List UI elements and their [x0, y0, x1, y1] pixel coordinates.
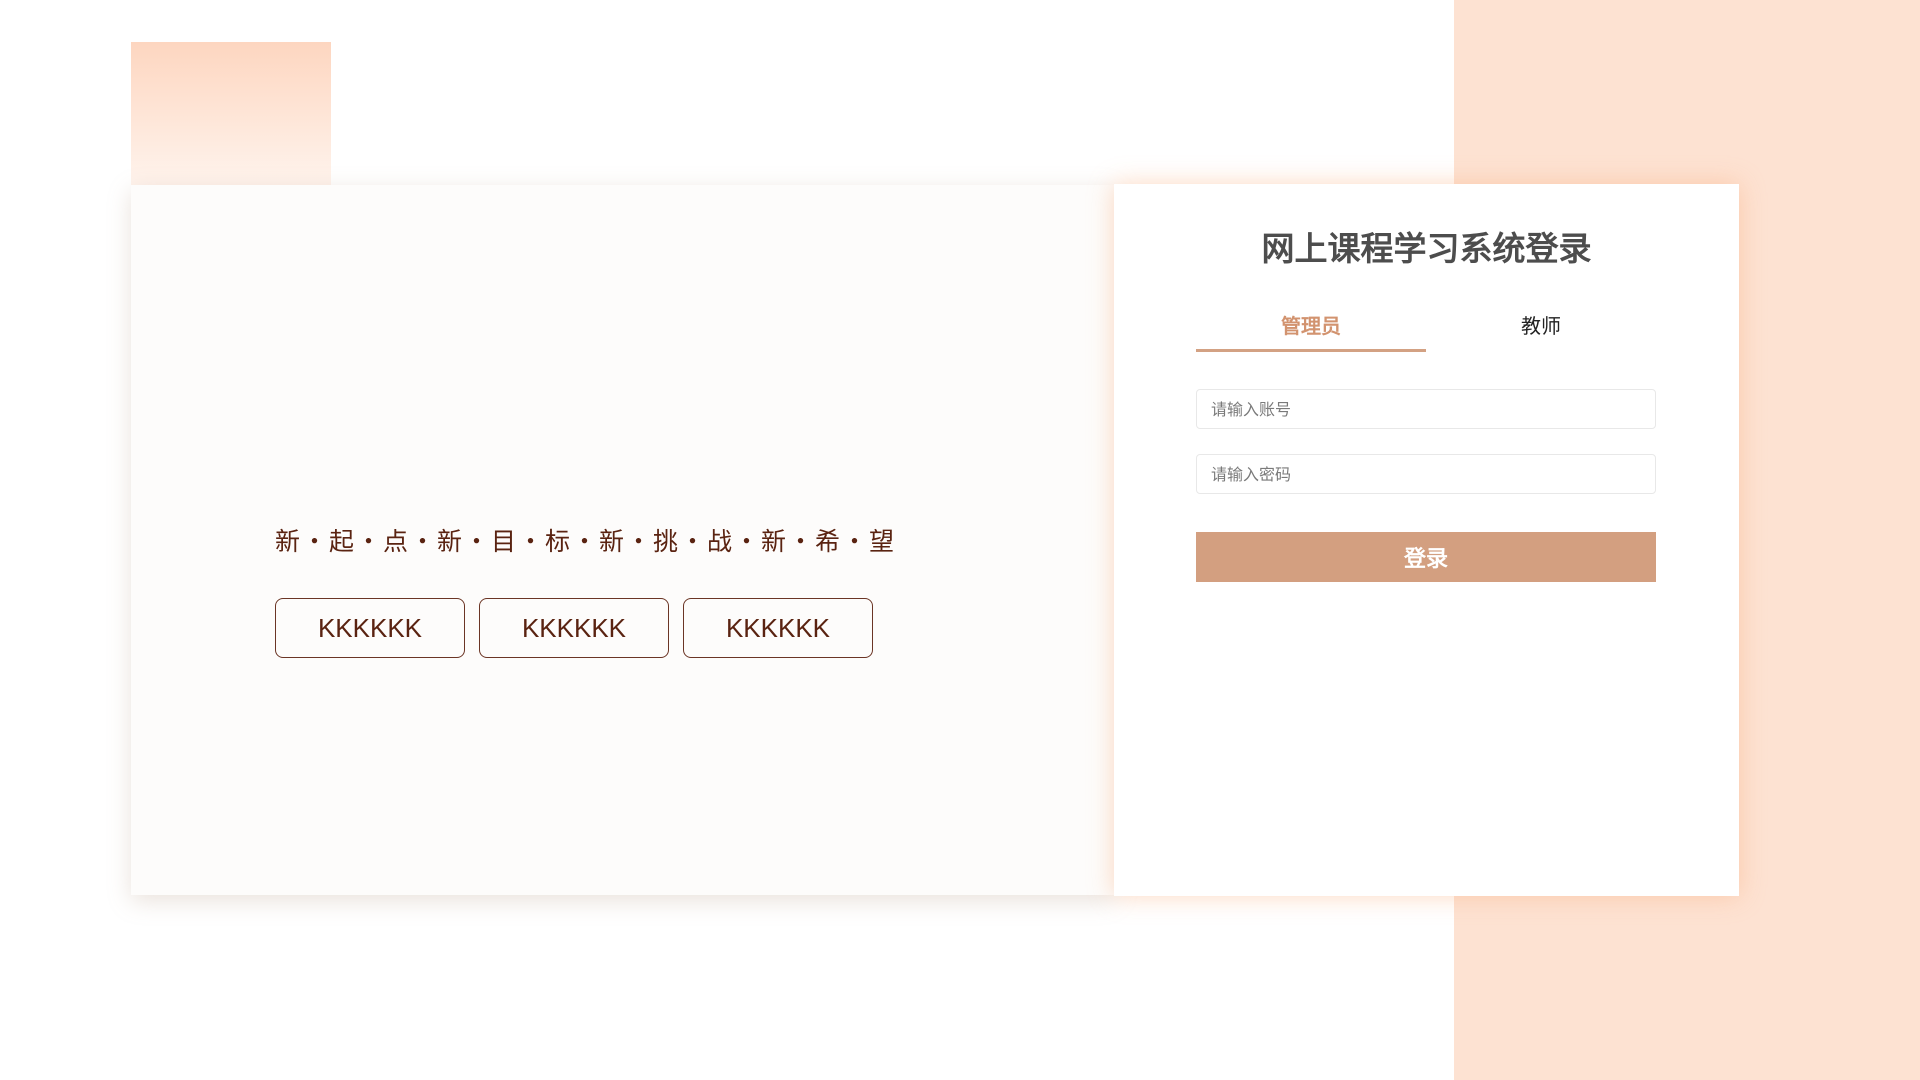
login-card: 网上课程学习系统登录 管理员 教师 登录 — [1114, 184, 1739, 896]
tab-admin[interactable]: 管理员 — [1196, 310, 1426, 352]
password-input[interactable] — [1196, 454, 1656, 494]
account-input[interactable] — [1196, 389, 1656, 429]
tab-teacher[interactable]: 教师 — [1426, 310, 1656, 352]
hero-button-3[interactable]: KKKKKK — [683, 598, 873, 658]
hero-button-row: KKKKKK KKKKKK KKKKKK — [275, 598, 873, 658]
hero-button-2[interactable]: KKKKKK — [479, 598, 669, 658]
login-title: 网上课程学习系统登录 — [1261, 229, 1592, 268]
role-tabs: 管理员 教师 — [1196, 310, 1656, 352]
login-button[interactable]: 登录 — [1196, 532, 1656, 582]
hero-panel: 新・起・点・新・目・标・新・挑・战・新・希・望 KKKKKK KKKKKK KK… — [131, 185, 1114, 895]
hero-slogan: 新・起・点・新・目・标・新・挑・战・新・希・望 — [275, 527, 897, 556]
hero-button-1[interactable]: KKKKKK — [275, 598, 465, 658]
login-page: 新・起・点・新・目・标・新・挑・战・新・希・望 KKKKKK KKKKKK KK… — [0, 0, 1920, 1080]
decorative-gradient-square — [131, 42, 331, 192]
